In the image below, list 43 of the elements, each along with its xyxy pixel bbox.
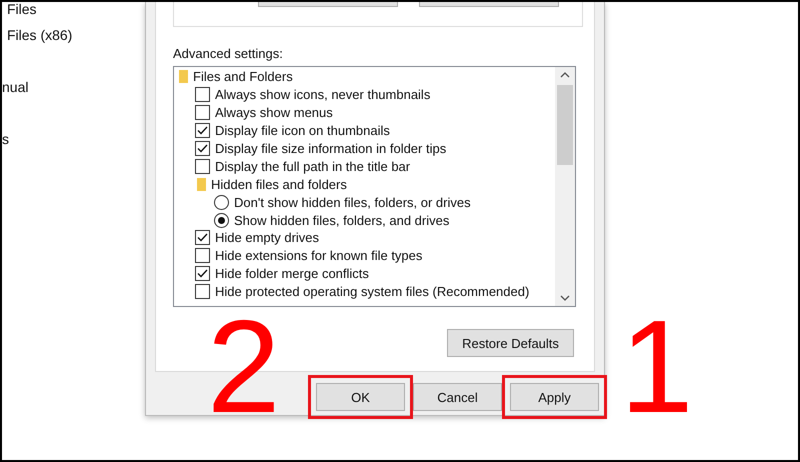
option-label: Hide folder merge conflicts [215,266,369,282]
checkbox[interactable] [195,105,210,120]
callout-number: 2 [207,318,280,416]
option-label: Don't show hidden files, folders, or drives [234,194,471,210]
folder-label: Hidden files and folders [211,176,347,192]
nav-item[interactable]: Files (x86) [2,28,145,54]
option-label: Hide protected operating system files (Recommended) [215,284,530,300]
checkbox[interactable] [195,248,210,264]
checkbox[interactable] [195,158,210,174]
folder-icon [197,178,206,191]
option-label: Hide empty drives [215,230,320,246]
option-label: Hide extensions for known file types [215,248,422,264]
restore-defaults-button[interactable]: Restore Defaults [447,329,574,357]
option-label: Always show menus [215,105,333,120]
option-label: Display file icon on thumbnails [215,123,390,138]
nav-item[interactable]: nual [2,80,145,106]
scrollbar-thumb[interactable] [557,85,573,165]
option-label: Display file size information in folder tips [215,141,446,156]
nav-item[interactable]: Files [2,2,145,28]
checkbox[interactable] [195,123,210,138]
checkbox[interactable] [195,87,210,102]
dialog-button[interactable]: Apply [510,383,599,411]
radio-button[interactable] [214,194,229,210]
dialog-button[interactable]: OK [316,383,405,411]
section-label: Advanced settings: [173,46,284,61]
option-label: Display the full path in the title bar [215,158,410,174]
folder-label: Files and Folders [193,69,293,84]
dialog-button[interactable]: Cancel [413,383,502,411]
check-icon [197,126,208,136]
option-label: Always show icons, never thumbnails [215,87,430,102]
option-label: Show hidden files, folders, and drives [234,212,450,228]
checkbox[interactable] [195,230,210,246]
checkbox[interactable] [195,141,210,156]
check-icon [197,233,208,242]
folder-icon [179,70,188,84]
scrollbar[interactable] [555,67,575,306]
check-icon [197,269,208,278]
check-icon [197,144,208,153]
nav-item[interactable]: s [2,132,145,158]
checkbox[interactable] [195,266,210,282]
radio-button[interactable] [214,212,229,228]
callout-number: 1 [620,318,694,416]
checkbox[interactable] [195,284,210,300]
